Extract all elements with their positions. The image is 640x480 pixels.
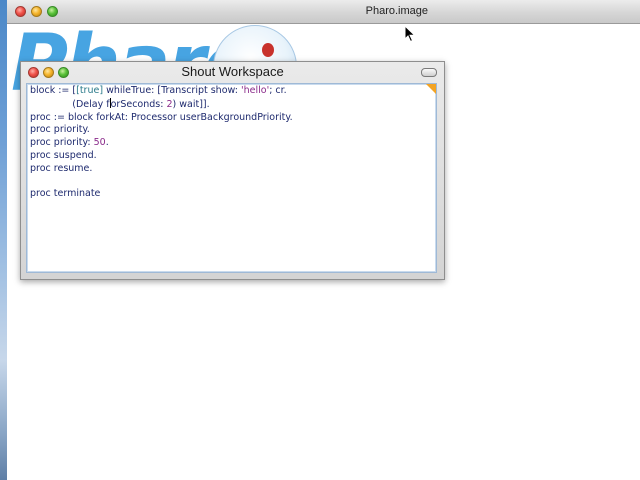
code-token: ) wait]].: [172, 98, 210, 110]
code-line[interactable]: proc priority.: [30, 124, 293, 137]
workspace-title: Shout Workspace: [181, 64, 284, 79]
code-line[interactable]: proc resume.: [30, 163, 293, 176]
code-token: 50: [93, 137, 106, 149]
code-line[interactable]: proc suspend.: [30, 150, 293, 163]
shout-workspace-window[interactable]: Shout Workspace block := [[true] whileTr…: [20, 61, 445, 280]
editor-corner-marker: [426, 84, 436, 94]
main-titlebar[interactable]: Pharo.image: [7, 0, 640, 24]
code-text[interactable]: block := [[true] whileTrue: [Transcript …: [30, 85, 293, 201]
code-token: whileTrue: [Transcript show:: [103, 85, 241, 96]
main-window-title: Pharo.image: [365, 5, 428, 17]
code-line[interactable]: block := [[true] whileTrue: [Transcript …: [30, 85, 293, 98]
code-token: orSeconds:: [110, 98, 167, 110]
code-token: [true]: [76, 85, 104, 96]
code-line[interactable]: [30, 176, 293, 189]
code-line[interactable]: proc priority: 50.: [30, 137, 293, 150]
code-token: (Delay: [30, 98, 107, 110]
code-line[interactable]: proc terminate: [30, 188, 293, 201]
code-token: proc priority.: [30, 124, 90, 136]
code-line[interactable]: proc := block forkAt: Processor userBack…: [30, 112, 293, 125]
code-token: 'hello': [241, 85, 270, 96]
code-token: proc suspend.: [30, 149, 97, 161]
workspace-collapse-button[interactable]: [421, 68, 437, 77]
code-token: proc priority:: [30, 137, 94, 149]
code-token: block := [: [30, 85, 77, 96]
desktop-background: [0, 0, 7, 480]
code-token: ; cr.: [269, 85, 287, 96]
mouse-pointer-icon: [404, 25, 416, 43]
code-token: proc := block forkAt: Processor userBack…: [30, 111, 293, 123]
code-editor[interactable]: block := [[true] whileTrue: [Transcript …: [26, 83, 437, 273]
code-token: proc resume.: [30, 162, 93, 174]
code-token: proc terminate: [30, 188, 101, 200]
code-token: .: [105, 137, 109, 149]
code-line[interactable]: (Delay forSeconds: 2) wait]].: [30, 97, 293, 112]
pharo-logo-lighthouse: [262, 43, 274, 57]
